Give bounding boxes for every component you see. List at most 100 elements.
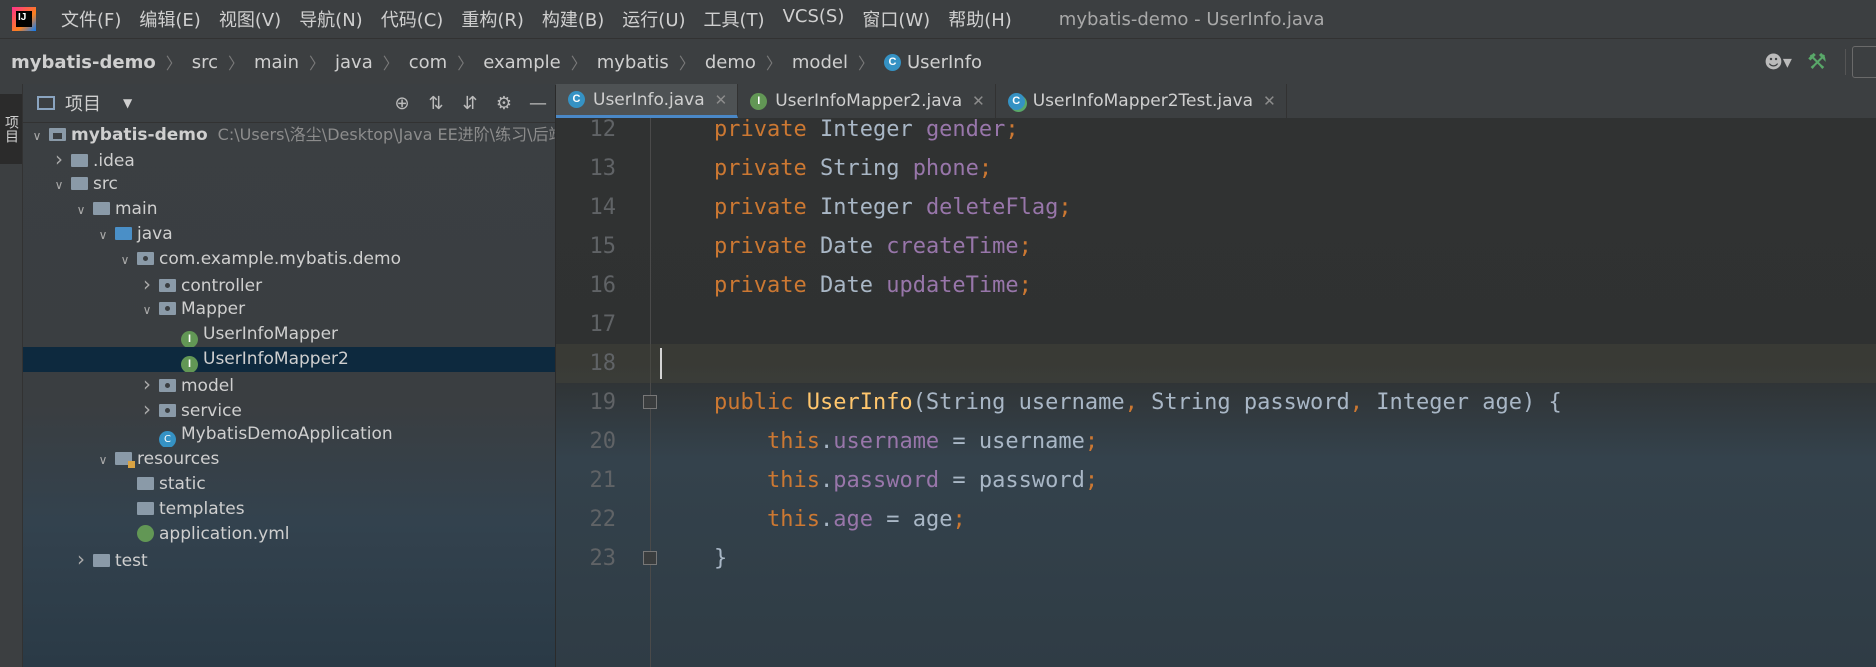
tree-item[interactable]: application.yml — [23, 522, 555, 547]
chevron-right-icon[interactable]: › — [139, 397, 155, 422]
line-number: 14 — [589, 195, 617, 220]
class-icon: C — [568, 91, 585, 108]
menu-item[interactable]: 窗口(W) — [853, 6, 939, 32]
tree-item[interactable]: static — [23, 472, 555, 497]
chevron-down-icon[interactable]: ∨ — [95, 223, 111, 247]
folder-icon — [137, 502, 154, 515]
tree-item[interactable]: ∨ com.example.mybatis.demo — [23, 247, 555, 272]
tree-item-label: test — [115, 551, 148, 571]
breadcrumb-item[interactable]: C UserInfo — [883, 52, 982, 73]
breadcrumb-item[interactable]: src — [192, 52, 218, 73]
code-editor[interactable]: 12 private Integer gender; 13 private Strin… — [556, 118, 1876, 667]
editor-tab[interactable]: C UserInfoMapper2Test.java ✕ — [996, 84, 1287, 118]
tree-item-label: main — [115, 199, 158, 219]
menu-item[interactable]: 视图(V) — [210, 6, 290, 32]
breadcrumb-item[interactable]: demo — [705, 52, 756, 73]
gear-icon[interactable]: ⚙ — [487, 93, 521, 114]
breadcrumb-item[interactable]: java — [335, 52, 373, 73]
tree-item-label: UserInfoMapper2 — [203, 349, 349, 369]
code-token: age — [833, 507, 873, 532]
close-icon[interactable]: ✕ — [972, 92, 985, 110]
menu-item[interactable]: 工具(T) — [695, 6, 774, 32]
tree-item-label: MybatisDemoApplication — [181, 424, 393, 444]
fold-icon[interactable] — [643, 551, 657, 565]
chevron-down-icon[interactable]: ∨ — [51, 173, 67, 197]
breadcrumb-item[interactable]: example — [483, 52, 560, 73]
tree-item[interactable]: C MybatisDemoApplication — [23, 422, 555, 447]
menu-item[interactable]: VCS(S) — [774, 6, 854, 32]
line-number: 17 — [589, 312, 617, 337]
tree-item-label: Mapper — [181, 299, 246, 319]
code-text: private String phone; — [714, 149, 992, 188]
chevron-down-icon[interactable]: ▼ — [123, 96, 132, 110]
line-number: 12 — [589, 118, 617, 142]
line-number: 16 — [589, 273, 617, 298]
tab-label: UserInfoMapper2.java — [775, 91, 963, 111]
tree-item[interactable]: I UserInfoMapper2 — [23, 347, 555, 372]
chevron-right-icon[interactable]: › — [73, 547, 89, 572]
code-token: Integer — [819, 195, 926, 220]
tree-item[interactable]: I UserInfoMapper — [23, 322, 555, 347]
chevron-down-icon[interactable]: ∨ — [95, 448, 111, 472]
tree-item[interactable]: ∨ mybatis-demo C:\Users\洛尘\Desktop\Java EE… — [23, 122, 555, 147]
tree-item[interactable]: › model — [23, 372, 555, 397]
breadcrumb-item[interactable]: com — [409, 52, 447, 73]
tree-item[interactable]: › test — [23, 547, 555, 572]
chevron-down-icon[interactable]: ∨ — [117, 248, 133, 272]
breadcrumb-label: mybatis-demo — [11, 51, 156, 73]
close-icon[interactable]: ✕ — [1263, 92, 1276, 110]
menu-item[interactable]: 构建(B) — [533, 6, 613, 32]
tree-item[interactable]: ∨ Mapper — [23, 297, 555, 322]
menu-bar: IJ 文件(F) 编辑(E) 视图(V) 导航(N) 代码(C) 重构(R) 构建(B) 运行… — [0, 0, 1876, 38]
tree-item[interactable]: ∨ src — [23, 172, 555, 197]
fold-icon[interactable] — [643, 395, 657, 409]
spring-app-icon: C — [159, 431, 176, 447]
menu-item[interactable]: 运行(U) — [613, 6, 694, 32]
editor-tab[interactable]: C UserInfo.java ✕ — [556, 84, 739, 118]
code-token: String password — [1151, 390, 1350, 415]
code-token: deleteFlag — [925, 195, 1059, 220]
collapse-all-icon[interactable]: ⇵ — [453, 93, 487, 114]
breadcrumb-item[interactable]: mybatis — [597, 52, 669, 73]
main-menu: 文件(F) 编辑(E) 视图(V) 导航(N) 代码(C) 重构(R) 构建(B) 运行(U)… — [52, 6, 1021, 32]
close-icon[interactable]: ✕ — [715, 91, 728, 109]
chevron-down-icon[interactable]: ∨ — [139, 298, 155, 322]
tree-item[interactable]: templates — [23, 497, 555, 522]
tree-item[interactable]: ∨ resources — [23, 447, 555, 472]
breadcrumb-item[interactable]: main — [254, 52, 299, 73]
chevron-right-icon[interactable]: › — [139, 272, 155, 297]
locate-icon[interactable]: ⊕ — [385, 93, 419, 114]
tree-item[interactable]: › .idea — [23, 147, 555, 172]
hammer-icon[interactable]: ⚒ — [1795, 50, 1839, 75]
project-tool-window-button[interactable]: 项目 — [0, 94, 22, 164]
chevron-right-icon[interactable]: › — [51, 147, 67, 172]
editor-tab[interactable]: I UserInfoMapper2.java ✕ — [738, 84, 996, 118]
menu-item[interactable]: 代码(C) — [372, 6, 453, 32]
menu-item[interactable]: 帮助(H) — [939, 6, 1021, 32]
breadcrumb-item[interactable]: model — [792, 52, 848, 73]
chevron-down-icon[interactable]: ∨ — [29, 124, 45, 147]
tree-item[interactable]: ∨ java — [23, 222, 555, 247]
chevron-right-icon: 〉 — [165, 54, 182, 73]
tree-item[interactable]: ∨ main — [23, 197, 555, 222]
tree-item[interactable]: › controller — [23, 272, 555, 297]
tab-label: UserInfoMapper2Test.java — [1032, 91, 1254, 111]
chevron-down-icon[interactable]: ∨ — [73, 198, 89, 222]
hide-icon[interactable]: — — [521, 93, 555, 114]
menu-item[interactable]: 重构(R) — [452, 6, 533, 32]
menu-item[interactable]: 编辑(E) — [130, 6, 209, 32]
expand-all-icon[interactable]: ⇅ — [419, 93, 453, 114]
tree-item-label: src — [93, 174, 118, 194]
menu-item[interactable]: 导航(N) — [290, 6, 372, 32]
menu-item[interactable]: 文件(F) — [52, 6, 130, 32]
user-icon[interactable]: ☻▾ — [1761, 52, 1795, 73]
code-text: this.username = username; — [714, 422, 1098, 461]
breadcrumb-item[interactable]: mybatis-demo — [11, 52, 156, 73]
line-number: 21 — [589, 468, 617, 493]
code-token: ; — [978, 156, 993, 181]
code-line: 12 private Integer gender; — [556, 118, 1876, 149]
chevron-right-icon[interactable]: › — [139, 372, 155, 397]
project-path: C:\Users\洛尘\Desktop\Java EE进阶\练习\后端代码\r — [217, 125, 555, 144]
tree-item[interactable]: › service — [23, 397, 555, 422]
run-config-selector[interactable] — [1852, 46, 1876, 78]
